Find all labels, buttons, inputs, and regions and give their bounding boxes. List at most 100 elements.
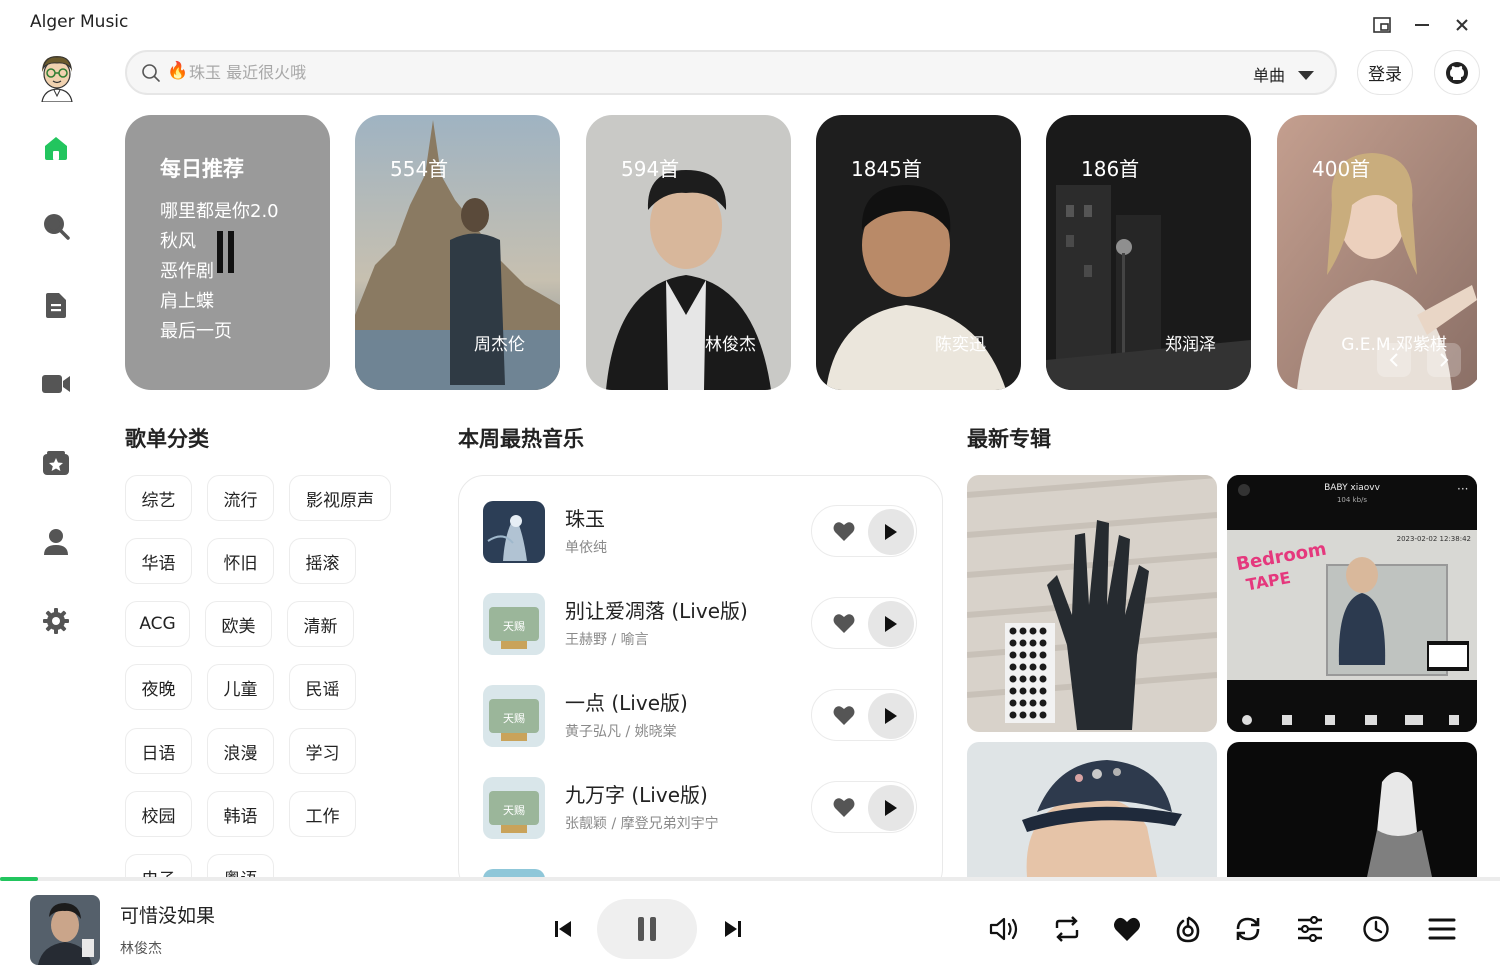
artist-song-count: 594首 <box>621 157 680 181</box>
list-item[interactable]: 天赐 九万字 (Live版) 张靓颖 / 摩登兄弟刘宇宁 <box>483 777 923 839</box>
album-card[interactable] <box>967 475 1217 732</box>
playlist-menu-icon[interactable] <box>1425 914 1459 944</box>
video-nav-icon[interactable] <box>40 368 72 400</box>
category-tag[interactable]: 民谣 <box>289 664 356 710</box>
category-tag[interactable]: 浪漫 <box>207 728 274 774</box>
artist-card[interactable]: 186首 郑润泽 <box>1046 115 1251 390</box>
carousel-prev-button[interactable] <box>1377 343 1411 377</box>
category-tag[interactable]: 华语 <box>125 538 192 584</box>
category-tag[interactable]: 工作 <box>289 791 356 837</box>
like-heart-icon[interactable] <box>1110 914 1144 944</box>
heart-icon[interactable] <box>832 612 856 638</box>
minimize-icon[interactable] <box>1409 12 1435 38</box>
user-nav-icon[interactable] <box>40 526 72 558</box>
sleep-timer-icon[interactable] <box>1359 914 1393 944</box>
list-item[interactable]: 天赐 一点 (Live版) 黄子弘凡 / 姚晓棠 <box>483 685 923 747</box>
category-tag[interactable]: 韩语 <box>207 791 274 837</box>
artist-song-count: 186首 <box>1081 157 1140 181</box>
favorite-nav-icon[interactable] <box>40 447 72 479</box>
volume-icon[interactable] <box>988 914 1022 944</box>
search-bar: 🔥 单曲 <box>125 50 1337 95</box>
pause-button[interactable] <box>597 899 697 959</box>
play-icon[interactable] <box>868 693 914 739</box>
search-nav-icon[interactable] <box>40 210 72 242</box>
album-card[interactable] <box>967 742 1217 877</box>
play-icon[interactable] <box>868 509 914 555</box>
category-tag[interactable]: 夜晚 <box>125 664 192 710</box>
search-type-select[interactable]: 单曲 <box>1253 62 1285 86</box>
github-icon[interactable] <box>1434 50 1480 95</box>
category-tag[interactable]: 学习 <box>289 728 356 774</box>
fire-icon: 🔥 <box>167 61 189 81</box>
now-playing-artist[interactable]: 林俊杰 <box>120 938 162 958</box>
category-tag[interactable]: 怀旧 <box>207 538 274 584</box>
next-track-icon[interactable] <box>718 916 748 942</box>
category-tag[interactable]: 欧美 <box>205 601 272 647</box>
search-input[interactable] <box>189 60 1209 84</box>
home-icon[interactable] <box>40 132 72 164</box>
play-icon[interactable] <box>868 785 914 831</box>
pause-overlay-icon[interactable] <box>217 231 234 273</box>
song-cover: 天赐 <box>483 593 545 655</box>
heartbeat-mode-icon[interactable] <box>1171 914 1205 944</box>
album-card[interactable] <box>1227 742 1477 877</box>
daily-item: 最后一页 <box>160 321 232 342</box>
category-tag[interactable]: 儿童 <box>207 664 274 710</box>
category-tag[interactable]: 摇滚 <box>289 538 356 584</box>
equalizer-icon[interactable] <box>1293 914 1327 944</box>
svg-text:天赐: 天赐 <box>503 712 525 725</box>
list-item[interactable]: 天赐 别让爱凋落 (Live版) 王赫野 / 喻言 <box>483 593 923 655</box>
categories-title: 歌单分类 <box>125 427 209 451</box>
song-cover: 天赐 <box>483 777 545 839</box>
song-title: 珠玉 <box>565 507 605 531</box>
category-tag[interactable]: 清新 <box>287 601 354 647</box>
artist-card[interactable]: 594首 林俊杰 <box>586 115 791 390</box>
artist-photo <box>355 115 560 390</box>
heart-icon[interactable] <box>832 796 856 822</box>
refresh-icon[interactable] <box>1231 914 1265 944</box>
song-actions <box>811 597 917 649</box>
song-title: 九万字 (Live版) <box>565 783 708 807</box>
song-actions <box>811 781 917 833</box>
category-tag[interactable]: 综艺 <box>125 475 192 521</box>
heart-icon[interactable] <box>832 520 856 546</box>
svg-text:天赐: 天赐 <box>503 620 525 633</box>
category-tag[interactable]: 日语 <box>125 728 192 774</box>
previous-track-icon[interactable] <box>548 916 578 942</box>
daily-recommend-card[interactable]: 每日推荐 哪里都是你2.0 秋风 恶作剧 肩上蝶 最后一页 <box>125 115 330 390</box>
repeat-icon[interactable] <box>1050 914 1084 944</box>
app-logo-avatar[interactable] <box>36 52 78 103</box>
album-card[interactable]: Bedroom TAPE ··· BABY xiaovv 104 kb/s 20… <box>1227 475 1477 732</box>
song-artist: 单依纯 <box>565 540 607 556</box>
category-tag[interactable]: 电子 <box>125 854 192 877</box>
category-tag[interactable]: 校园 <box>125 791 192 837</box>
song-cover <box>483 501 545 563</box>
artist-name: 郑润泽 <box>1165 335 1216 355</box>
heart-icon[interactable] <box>832 704 856 730</box>
category-tag[interactable]: 粤语 <box>207 854 274 877</box>
song-artist: 王赫野 / 喻言 <box>565 632 649 648</box>
artist-card[interactable]: 400首 G.E.M.邓紫棋 <box>1277 115 1477 390</box>
app-title: Alger Music <box>30 12 129 32</box>
carousel-next-button[interactable] <box>1427 343 1461 377</box>
album-overlay-time: 2023-02-02 12:38:42 <box>1396 535 1471 543</box>
close-icon[interactable] <box>1449 12 1475 38</box>
artist-card[interactable]: 1845首 陈奕迅 <box>816 115 1021 390</box>
artist-card[interactable]: 554首 周杰伦 <box>355 115 560 390</box>
category-tag[interactable]: 流行 <box>207 475 274 521</box>
daily-item: 肩上蝶 <box>160 291 214 312</box>
category-tag[interactable]: ACG <box>125 601 190 647</box>
svg-text:天赐: 天赐 <box>503 804 525 817</box>
album-cover <box>1227 742 1477 877</box>
play-icon[interactable] <box>868 601 914 647</box>
song-actions <box>811 505 917 557</box>
list-item[interactable]: 珠玉 单依纯 <box>483 501 923 563</box>
playlist-nav-icon[interactable] <box>40 289 72 321</box>
category-tag[interactable]: 影视原声 <box>289 475 391 521</box>
mini-mode-icon[interactable] <box>1369 12 1395 38</box>
now-playing-cover[interactable] <box>30 895 100 965</box>
song-title: 别让爱凋落 (Live版) <box>565 599 748 623</box>
login-button[interactable]: 登录 <box>1357 50 1413 95</box>
settings-nav-icon[interactable] <box>40 605 72 637</box>
chevron-down-icon[interactable] <box>1297 67 1315 86</box>
